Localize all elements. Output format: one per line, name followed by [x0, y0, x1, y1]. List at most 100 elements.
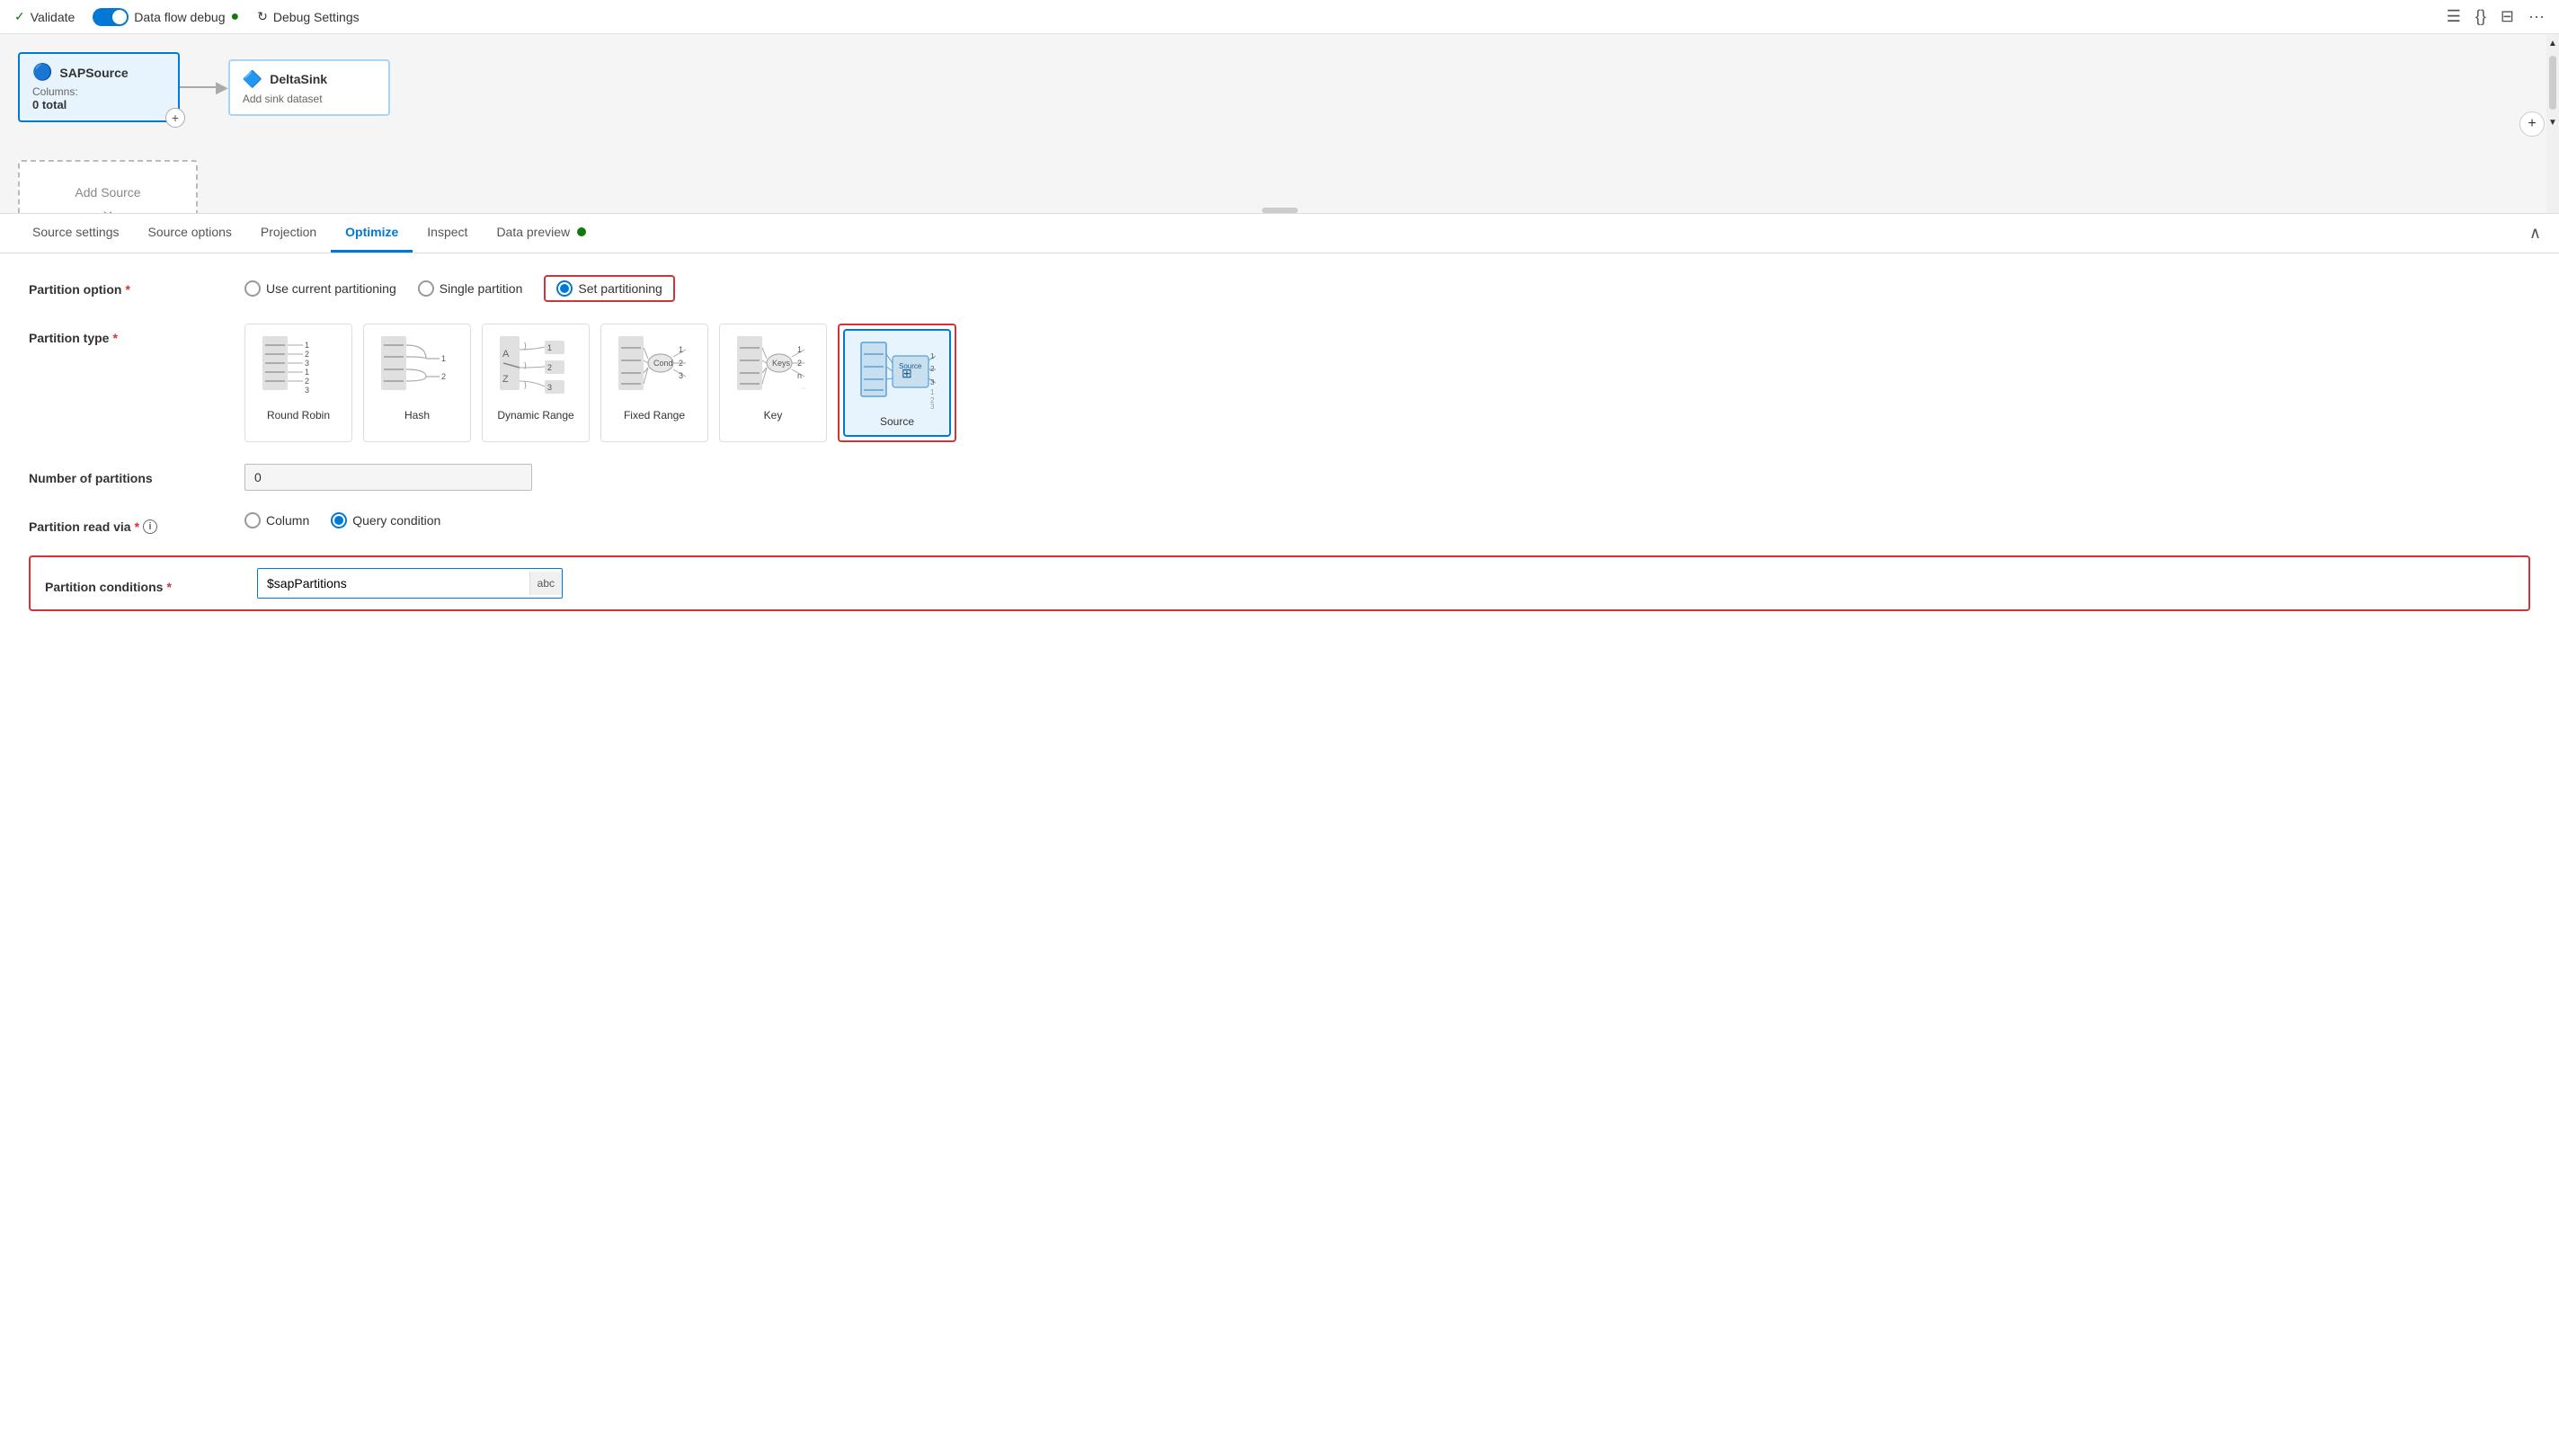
key-diagram: Keys 1 2 n ··· — [733, 332, 813, 404]
svg-text:1: 1 — [305, 341, 309, 350]
radio-query-inner — [334, 516, 343, 525]
svg-text:1: 1 — [305, 368, 309, 377]
sap-node-columns-label: Columns: — [32, 85, 165, 98]
tab-data-preview[interactable]: Data preview — [482, 214, 600, 253]
partition-option-required: * — [125, 282, 129, 297]
code-icon[interactable]: {} — [2475, 7, 2486, 26]
partition-type-required: * — [112, 331, 117, 345]
delta-node-icon: 🔷 — [243, 70, 262, 89]
hash-label: Hash — [404, 409, 430, 422]
sap-node-icon: 🔵 — [32, 63, 52, 82]
tabs-bar: Source settings Source options Projectio… — [0, 214, 2559, 253]
partition-type-controls: 1 2 3 1 2 3 Round Robin — [244, 324, 2530, 442]
add-source-button[interactable]: Add Source ∨ — [18, 160, 198, 214]
svg-text:}: } — [524, 381, 527, 389]
scrollbar-down-btn[interactable]: ▼ — [2546, 113, 2559, 131]
partition-card-round-robin[interactable]: 1 2 3 1 2 3 Round Robin — [244, 324, 352, 442]
partition-conditions-input-wrapper: abc — [257, 568, 563, 599]
number-of-partitions-control — [244, 464, 2530, 491]
tab-projection[interactable]: Projection — [246, 214, 331, 253]
number-of-partitions-input[interactable] — [244, 464, 532, 491]
conditions-box: Partition conditions * abc — [29, 555, 2530, 611]
add-source-container: Add Source ∨ — [18, 142, 198, 214]
tab-source-options[interactable]: Source options — [134, 214, 246, 253]
svg-text:3: 3 — [930, 403, 935, 410]
svg-text:1: 1 — [679, 345, 683, 354]
partition-card-dynamic-range[interactable]: A Z 1 2 3 } } } — [482, 324, 590, 442]
svg-text:3: 3 — [305, 359, 309, 368]
flow-arrow: ▶ — [180, 78, 228, 97]
delta-sink-node[interactable]: 🔷 DeltaSink Add sink dataset — [228, 59, 390, 116]
sap-source-node[interactable]: 🔵 SAPSource Columns: 0 total + — [18, 52, 180, 122]
tab-inspect[interactable]: Inspect — [413, 214, 482, 253]
partition-read-via-row: Partition read via * i Column Query cond… — [29, 512, 2530, 534]
svg-text:2: 2 — [305, 377, 309, 386]
validate-icon: ✓ — [14, 9, 25, 24]
partition-type-row: Partition type * — [29, 324, 2530, 442]
radio-column[interactable]: Column — [244, 512, 309, 528]
scrollbar-track: ▲ ▼ — [2546, 34, 2559, 213]
tab-source-settings[interactable]: Source settings — [18, 214, 134, 253]
svg-text:A: A — [502, 349, 510, 360]
svg-text:1: 1 — [930, 352, 935, 360]
validate-button[interactable]: ✓ Validate — [14, 9, 75, 24]
svg-text:3: 3 — [547, 383, 552, 392]
debug-settings-button[interactable]: ↻ Debug Settings — [257, 9, 359, 24]
radio-set-partitioning[interactable]: Set partitioning — [556, 280, 662, 297]
round-robin-label: Round Robin — [267, 409, 330, 422]
set-partition-box: Set partitioning — [544, 275, 674, 302]
more-icon[interactable]: ··· — [2528, 7, 2545, 26]
partition-conditions-required: * — [166, 580, 171, 594]
radio-single-partition[interactable]: Single partition — [418, 280, 523, 297]
scrollbar-up-btn[interactable]: ▲ — [2546, 34, 2559, 52]
canvas-collapse-bar[interactable] — [1262, 208, 1298, 213]
partition-card-fixed-range[interactable]: Cond 1 2 3 Fixed Range — [600, 324, 708, 442]
partition-card-key[interactable]: Keys 1 2 n ··· Key — [719, 324, 827, 442]
source-label: Source — [880, 415, 914, 428]
radio-column-outer — [244, 512, 261, 528]
svg-text:}: } — [524, 342, 527, 350]
sap-node-add[interactable]: + — [165, 108, 185, 128]
radio-set-outer — [556, 280, 573, 297]
debug-switch[interactable] — [93, 8, 129, 26]
partition-read-via-info[interactable]: i — [143, 519, 157, 534]
partition-card-source[interactable]: Source ⊞ 1 2 3 1 2 — [843, 329, 951, 437]
delta-node-title: DeltaSink — [270, 72, 327, 86]
partition-conditions-badge: abc — [529, 572, 562, 595]
partition-read-via-required: * — [135, 519, 139, 534]
view-icon[interactable]: ⊟ — [2501, 7, 2514, 26]
svg-text:3: 3 — [679, 371, 683, 380]
number-of-partitions-label: Number of partitions — [29, 464, 227, 485]
dataflow-debug-label: Data flow debug — [134, 10, 225, 24]
partition-conditions-label: Partition conditions * — [45, 573, 243, 594]
partition-cards: 1 2 3 1 2 3 Round Robin — [244, 324, 2530, 442]
svg-text:1: 1 — [930, 388, 935, 396]
svg-text:3: 3 — [305, 386, 309, 395]
data-preview-dot — [577, 227, 586, 236]
radio-column-label: Column — [266, 513, 309, 528]
radio-query-condition[interactable]: Query condition — [331, 512, 440, 528]
svg-text:2: 2 — [930, 365, 935, 373]
partition-card-hash[interactable]: 1 2 Hash — [363, 324, 471, 442]
toolbar-right: ☰ {} ⊟ ··· — [2447, 7, 2545, 26]
validate-label: Validate — [31, 10, 76, 24]
scrollbar-thumb[interactable] — [2549, 56, 2556, 110]
dynamic-range-diagram: A Z 1 2 3 } } } — [495, 332, 576, 404]
partition-conditions-input[interactable] — [258, 569, 529, 598]
svg-text:1: 1 — [441, 354, 446, 363]
svg-text:⊞: ⊞ — [902, 366, 912, 380]
radio-current-partitioning[interactable]: Use current partitioning — [244, 280, 396, 297]
dataflow-debug-toggle[interactable]: Data flow debug ● — [93, 8, 239, 26]
debug-switch-knob — [112, 10, 127, 24]
radio-single-label: Single partition — [440, 281, 523, 296]
partition-type-label: Partition type * — [29, 324, 227, 345]
tab-optimize[interactable]: Optimize — [331, 214, 413, 253]
svg-text:n: n — [797, 371, 802, 380]
canvas-zoom-plus[interactable]: + — [2519, 111, 2545, 137]
svg-text:Z: Z — [502, 374, 509, 385]
svg-text:1: 1 — [547, 343, 552, 352]
radio-query-label: Query condition — [352, 513, 440, 528]
radio-query-outer — [331, 512, 347, 528]
list-icon[interactable]: ☰ — [2447, 7, 2461, 26]
tab-collapse-button[interactable]: ∧ — [2529, 224, 2541, 243]
